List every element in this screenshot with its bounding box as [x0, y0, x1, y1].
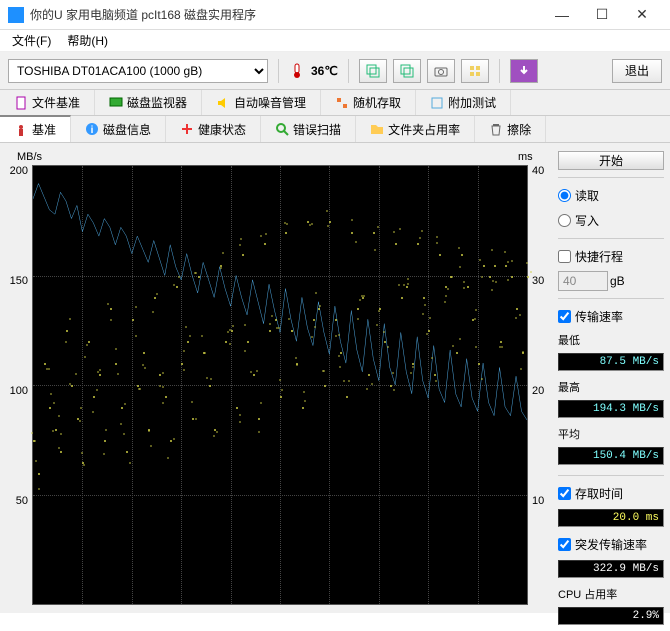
- y-axis-right: ms 40 30 20 10: [528, 165, 548, 605]
- cpu-label: CPU 占用率: [558, 586, 664, 602]
- titlebar: 你的U 家用电脑频道 pcIt168 磁盘实用程序 — ☐ ✕: [0, 0, 670, 30]
- access-time-checkbox[interactable]: 存取时间: [558, 485, 664, 502]
- trash-icon: [489, 122, 503, 136]
- health-icon: [180, 122, 194, 136]
- app-icon: [8, 7, 24, 23]
- window-buttons: — ☐ ✕: [542, 1, 662, 29]
- min-value: 87.5 MB/s: [558, 353, 664, 371]
- chart-container: MB/s 200 150 100 50: [4, 165, 548, 605]
- y-axis-left: MB/s 200 150 100 50: [4, 165, 32, 605]
- svg-text:i: i: [91, 125, 94, 136]
- content-area: MB/s 200 150 100 50: [0, 143, 670, 613]
- close-button[interactable]: ✕: [622, 1, 662, 29]
- max-label: 最高: [558, 379, 664, 395]
- folder-icon: [370, 122, 384, 136]
- access-value: 20.0 ms: [558, 509, 664, 527]
- plot-canvas: [32, 165, 528, 605]
- side-panel: 开始 读取 写入 快捷行程 gB 传输速率 最低 87.5 MB/s 最高 19…: [552, 143, 670, 613]
- top-tabs: 文件基准 磁盘监视器 自动噪音管理 随机存取 附加测试: [0, 90, 670, 116]
- screenshot-button[interactable]: [427, 59, 455, 83]
- minimize-button[interactable]: —: [542, 1, 582, 29]
- tab-disk-monitor[interactable]: 磁盘监视器: [95, 90, 202, 115]
- tab-erase[interactable]: 擦除: [475, 116, 546, 142]
- chart-area: MB/s 200 150 100 50: [0, 143, 552, 613]
- read-radio[interactable]: 读取: [558, 187, 664, 204]
- info-icon: i: [85, 122, 99, 136]
- toolbar: TOSHIBA DT01ACA100 (1000 gB) 36℃ 退出: [0, 52, 670, 90]
- write-radio[interactable]: 写入: [558, 212, 664, 229]
- tab-folder-usage[interactable]: 文件夹占用率: [356, 116, 475, 142]
- avg-label: 平均: [558, 426, 664, 442]
- min-label: 最低: [558, 332, 664, 348]
- short-stroke-checkbox[interactable]: 快捷行程: [558, 248, 664, 265]
- speaker-icon: [216, 96, 230, 110]
- temperature-value: 36℃: [311, 64, 338, 78]
- burst-value: 322.9 MB/s: [558, 560, 664, 578]
- exit-button[interactable]: 退出: [612, 59, 662, 83]
- tab-disk-info[interactable]: i磁盘信息: [71, 116, 166, 142]
- monitor-icon: [109, 96, 123, 110]
- avg-value: 150.4 MB/s: [558, 447, 664, 465]
- window-title: 你的U 家用电脑频道 pcIt168 磁盘实用程序: [30, 6, 542, 23]
- menu-help[interactable]: 帮助(H): [59, 30, 116, 51]
- menubar: 文件(F) 帮助(H): [0, 30, 670, 52]
- tab-error-scan[interactable]: 错误扫描: [261, 116, 356, 142]
- thermometer-icon: [289, 63, 305, 79]
- cpu-value: 2.9%: [558, 607, 664, 625]
- max-value: 194.3 MB/s: [558, 400, 664, 418]
- menu-file[interactable]: 文件(F): [4, 30, 59, 51]
- options-button[interactable]: [461, 59, 489, 83]
- save-button[interactable]: [510, 59, 538, 83]
- burst-rate-checkbox[interactable]: 突发传输速率: [558, 536, 664, 553]
- maximize-button[interactable]: ☐: [582, 1, 622, 29]
- transfer-rate-checkbox[interactable]: 传输速率: [558, 308, 664, 325]
- random-icon: [335, 96, 349, 110]
- tab-extra-tests[interactable]: 附加测试: [416, 90, 511, 115]
- short-stroke-input: [558, 271, 608, 291]
- search-icon: [275, 122, 289, 136]
- tab-file-benchmark[interactable]: 文件基准: [0, 90, 95, 115]
- short-stroke-value: gB: [558, 271, 664, 291]
- disk-select[interactable]: TOSHIBA DT01ACA100 (1000 gB): [8, 59, 268, 83]
- tab-health[interactable]: 健康状态: [166, 116, 261, 142]
- tab-acoustic-management[interactable]: 自动噪音管理: [202, 90, 321, 115]
- file-icon: [14, 96, 28, 110]
- copy-screenshot-button[interactable]: [359, 59, 387, 83]
- copy-info-button[interactable]: [393, 59, 421, 83]
- bottom-tabs: 基准 i磁盘信息 健康状态 错误扫描 文件夹占用率 擦除: [0, 116, 670, 143]
- tab-random-access[interactable]: 随机存取: [321, 90, 416, 115]
- benchmark-icon: [14, 123, 28, 137]
- y-right-unit: ms: [518, 151, 533, 163]
- extra-icon: [430, 96, 444, 110]
- y-left-unit: MB/s: [17, 151, 42, 163]
- tab-benchmark[interactable]: 基准: [0, 115, 71, 142]
- start-button[interactable]: 开始: [558, 151, 664, 170]
